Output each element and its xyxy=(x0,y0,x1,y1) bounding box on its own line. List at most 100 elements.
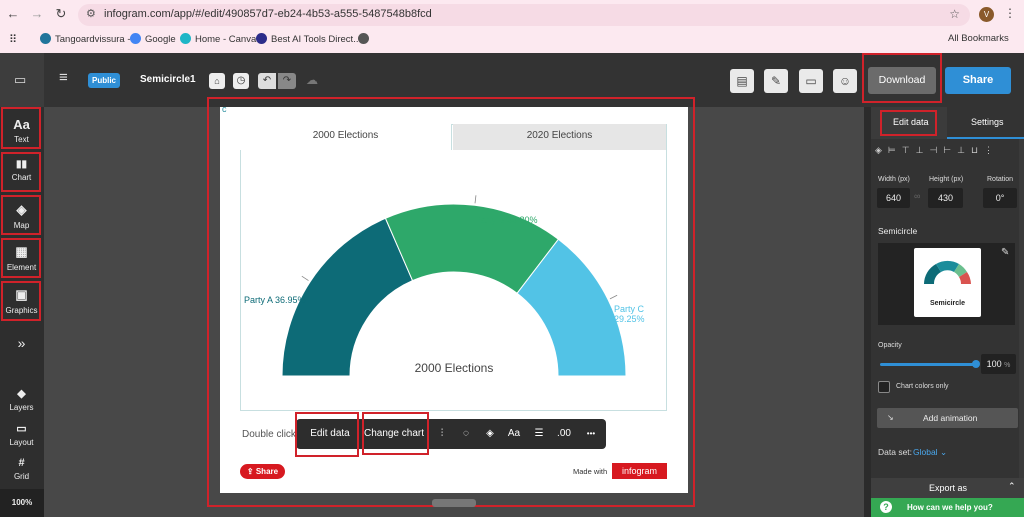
avatar-letter: V xyxy=(983,10,990,19)
undo-icon[interactable]: ↶ xyxy=(258,73,276,89)
rotation-input[interactable]: 0° xyxy=(983,188,1017,208)
decimals-button[interactable]: .00 xyxy=(554,419,574,449)
bookmark-tangoardvissura[interactable]: Tangoardvissura - xyxy=(40,33,131,45)
thumbnail-caption: Semicircle xyxy=(929,300,966,307)
width-label: Width (px) xyxy=(878,176,910,183)
sidebar-item-layout[interactable]: ▭ Layout xyxy=(2,422,41,447)
opacity-slider[interactable] xyxy=(880,360,980,368)
all-bookmarks-label: All Bookmarks xyxy=(948,33,1009,44)
export-as-button[interactable]: Export as ⌃ xyxy=(871,478,1024,498)
alignment-icons-row[interactable]: ◈⊨⊤⊥⊣⊢⊥⊔⋮ xyxy=(875,145,1021,159)
bookmark-google[interactable]: Google xyxy=(130,33,176,45)
home-button[interactable]: ▭ xyxy=(0,53,44,107)
sidebar-item-label: Grid xyxy=(13,472,30,481)
expand-sidebar-icon[interactable]: » xyxy=(2,335,41,351)
chart-colors-only-checkbox[interactable] xyxy=(878,381,890,393)
highlight-edit-data-tab xyxy=(880,110,937,136)
tab-2000-elections[interactable]: 2000 Elections xyxy=(240,124,452,150)
leader-line xyxy=(301,275,309,281)
grid-icon: # xyxy=(18,457,25,469)
address-bar[interactable]: ⚙ infogram.com/app/#/edit/490857d7-eb24-… xyxy=(78,4,970,26)
highlight-graphics xyxy=(1,281,41,321)
resize-handle[interactable] xyxy=(432,499,476,507)
highlight-chart xyxy=(1,152,41,192)
add-animation-button[interactable]: ↘ Add animation xyxy=(877,408,1018,428)
font-icon[interactable]: Aa xyxy=(505,419,523,449)
edit-chart-type-icon[interactable]: ✎ xyxy=(1001,247,1009,258)
project-title[interactable]: Semicircle1 xyxy=(140,74,196,85)
share-pill-label: Share xyxy=(255,467,279,476)
zoom-level[interactable]: 100% xyxy=(0,489,44,517)
tab-settings-label: Settings xyxy=(971,117,1004,127)
bookmark-label: Tangoardvissura - xyxy=(55,34,131,45)
layers-icon: ◆ xyxy=(17,388,26,400)
redo-icon[interactable]: ↷ xyxy=(278,73,296,89)
left-sidebar: Aa Text ▮▮ Chart ◈ Map ▦ Element ▣ Graphics »… xyxy=(0,107,44,517)
width-input[interactable]: 640 xyxy=(877,188,910,208)
url-text: infogram.com/app/#/edit/490857d7-eb24-4b… xyxy=(104,8,432,20)
apps-grid-icon[interactable]: ⠿ xyxy=(9,33,17,46)
forward-icon[interactable]: → xyxy=(29,6,45,21)
chart-type-title: Semicircle xyxy=(878,226,918,236)
history-icon[interactable]: ◷ xyxy=(233,73,249,89)
animation-icon: ↘ xyxy=(887,413,894,422)
infogram-logo[interactable]: infogram xyxy=(612,463,667,479)
opacity-slider-handle[interactable] xyxy=(972,360,980,368)
site-info-icon[interactable]: ⚙ xyxy=(86,7,96,20)
sidebar-item-label: Layers xyxy=(9,403,34,412)
height-label: Height (px) xyxy=(929,176,964,183)
chart-center-label: 2000 Elections xyxy=(415,361,494,375)
settings-sliders-icon[interactable]: ⫶ xyxy=(433,419,451,449)
rotate-icon[interactable]: ◌ xyxy=(457,419,475,449)
expand-glyph: » xyxy=(17,335,26,351)
collaborators-icon[interactable]: ☺ xyxy=(833,69,857,93)
profile-avatar[interactable]: V xyxy=(979,7,994,22)
back-icon[interactable]: ← xyxy=(5,6,21,21)
share-button[interactable]: Share xyxy=(945,67,1011,94)
share-pill-button[interactable]: ⇪ Share xyxy=(240,464,285,479)
bookmark-ai-tools[interactable]: Best AI Tools Direct... xyxy=(256,33,361,45)
tab-2020-elections[interactable]: 2020 Elections xyxy=(453,124,666,150)
cloud-saved-icon: ☁ xyxy=(306,73,318,87)
reload-icon[interactable]: ↻ xyxy=(53,6,69,22)
legend-list-icon[interactable]: ☰ xyxy=(530,419,548,449)
opacity-label: Opacity xyxy=(878,342,902,349)
export-as-label: Export as xyxy=(929,483,968,493)
sidebar-item-layers[interactable]: ◆ Layers xyxy=(2,387,41,412)
highlight-change-chart xyxy=(362,412,429,455)
highlight-download xyxy=(862,53,942,103)
globe-icon[interactable] xyxy=(358,33,373,45)
help-chat-button[interactable]: ? How can we help you? xyxy=(871,498,1024,517)
tab-settings[interactable]: Settings xyxy=(947,107,1024,139)
bookmark-star-icon[interactable]: ☆ xyxy=(949,7,960,21)
fill-color-icon[interactable]: ◈ xyxy=(481,419,499,449)
tag-icon[interactable]: ⌂ xyxy=(209,73,225,89)
sidebar-item-grid[interactable]: # Grid xyxy=(2,457,41,481)
all-bookmarks[interactable]: All Bookmarks xyxy=(948,33,1009,44)
browser-chrome: ← → ↻ ⚙ infogram.com/app/#/edit/490857d7… xyxy=(0,0,1024,53)
public-badge[interactable]: Public xyxy=(88,73,120,88)
share-label: Share xyxy=(962,74,994,86)
height-input[interactable]: 430 xyxy=(928,188,963,208)
dataset-label: Data set: xyxy=(878,447,913,457)
right-panel-scrollbar[interactable] xyxy=(1019,139,1024,478)
notes-icon[interactable]: ▤ xyxy=(730,69,754,93)
semicircle-chart[interactable]: 2000 Elections Party A 36.95% Party B 33… xyxy=(240,150,667,410)
leader-line xyxy=(609,294,618,300)
bookmark-canva[interactable]: Home - Canva xyxy=(180,33,256,45)
chart-colors-only-label: Chart colors only xyxy=(896,383,949,390)
dataset-select[interactable]: Global ⌄ xyxy=(913,447,947,458)
layout-icon: ▭ xyxy=(16,423,27,435)
more-options-icon[interactable]: ••• xyxy=(580,419,602,449)
slice-label-party-b: Party B 33.80% xyxy=(475,215,538,225)
rotation-label: Rotation xyxy=(987,176,1014,183)
slice-label-party-a: Party A 36.95% xyxy=(244,295,306,305)
kebab-menu-icon[interactable]: ⋮ xyxy=(1004,6,1016,20)
hamburger-menu-icon[interactable]: ≡ xyxy=(59,69,68,87)
chart-type-thumbnail[interactable]: Semicircle xyxy=(914,248,981,317)
link-dimensions-icon[interactable]: ∞ xyxy=(914,191,920,201)
opacity-input[interactable]: 100 % xyxy=(981,354,1016,374)
bookmark-label: Home - Canva xyxy=(195,34,257,45)
comments-icon[interactable]: ✎ xyxy=(764,69,788,93)
present-icon[interactable]: ▭ xyxy=(799,69,823,93)
